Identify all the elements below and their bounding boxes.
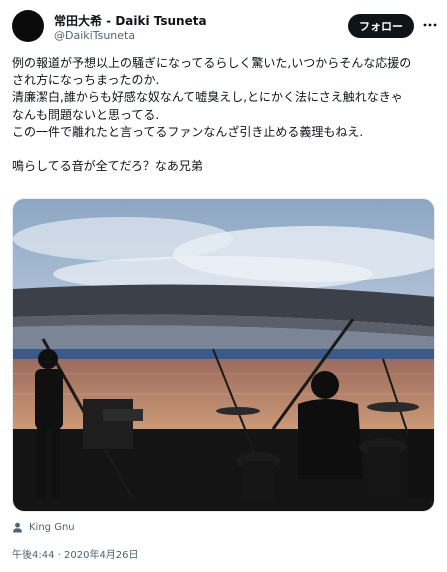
author-display-name[interactable]: 常田大希 - Daiki Tsuneta [54, 12, 207, 29]
tweet-photo[interactable] [12, 198, 435, 512]
tweet-line: この一件で離れたと言ってるファンなんざ引き止める義理もねえ. [12, 124, 364, 139]
tweet-text: 例の報道が予想以上の騒ぎになってるらしく驚いた,いつからそんな応援の され方にな… [12, 55, 437, 175]
media-credit-label: King Gnu [29, 521, 75, 533]
tweet-line: 清廉潔白,誰からも好感な奴なんて嘘臭えし,とにかく法にさえ触れなきゃ [12, 90, 403, 105]
tweet-line: 例の報道が予想以上の騒ぎになってるらしく驚いた,いつからそんな応援の [12, 56, 412, 70]
author-handle[interactable]: @DaikiTsuneta [54, 29, 135, 42]
three-dots-icon[interactable] [423, 18, 437, 32]
person-icon [13, 522, 22, 532]
follow-button[interactable]: フォロー [348, 14, 414, 38]
tweet-card: 常田大希 - Daiki Tsuneta @DaikiTsuneta フォロー … [0, 0, 447, 572]
tweet-line: なんも問題ないと思ってる. [12, 107, 160, 122]
avatar[interactable] [12, 10, 44, 42]
tweet-header: 常田大希 - Daiki Tsuneta @DaikiTsuneta フォロー [12, 10, 437, 46]
tweet-timestamp[interactable]: 午後4:44 · 2020年4月26日 [12, 546, 139, 561]
tweet-line: 鳴らしてる音が全てだろ？なあ兄弟 [12, 159, 203, 174]
stadium-concert-photo [13, 199, 434, 511]
media-credit[interactable]: King Gnu [12, 519, 75, 535]
tweet-line: され方になっちまったのか. [12, 73, 160, 88]
